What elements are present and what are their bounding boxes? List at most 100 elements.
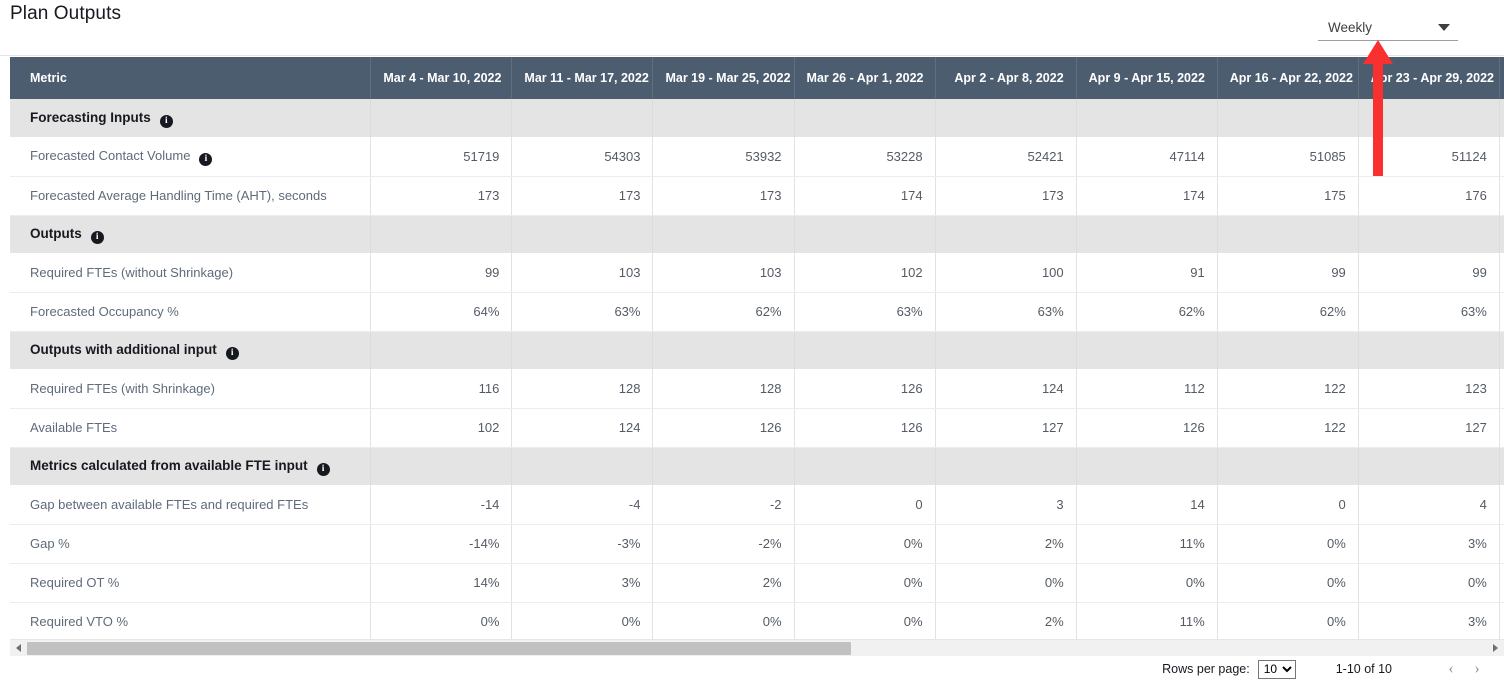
column-header-week[interactable]: Mar 19 - Mar 25, 2022 xyxy=(653,57,794,99)
arrow-left-icon[interactable] xyxy=(10,640,27,657)
metric-value-cell: 54303 xyxy=(512,137,653,176)
metric-value-cell: 4 xyxy=(1358,485,1499,524)
group-label-text: Outputs xyxy=(30,226,82,241)
scrollbar-track[interactable] xyxy=(851,640,1487,657)
metric-value-cell: 112 xyxy=(1076,369,1217,408)
metric-value-cell: 53932 xyxy=(653,137,794,176)
metric-label-text: Required FTEs (with Shrinkage) xyxy=(30,381,215,396)
metric-value-cell: 0 xyxy=(794,485,935,524)
metric-value-cell: 175 xyxy=(1217,176,1358,215)
metric-value-cell: 128 xyxy=(512,369,653,408)
group-label-cell: Outputs i xyxy=(10,215,371,253)
table-row: Forecasted Average Handling Time (AHT), … xyxy=(10,176,1504,215)
group-spacer-cell xyxy=(653,447,794,485)
arrow-right-icon[interactable] xyxy=(1487,640,1504,657)
metric-value-cell: 0% xyxy=(371,602,512,639)
metric-value-cell: -14 xyxy=(371,485,512,524)
column-header-week[interactable]: Mar 4 - Mar 10, 2022 xyxy=(371,57,512,99)
column-header-week[interactable]: Apr 30 - M xyxy=(1499,57,1504,99)
group-label-cell: Forecasting Inputsi xyxy=(10,99,371,137)
metric-value-cell: 124 xyxy=(512,408,653,447)
group-spacer-cell xyxy=(1076,331,1217,369)
group-spacer-cell xyxy=(1358,215,1499,253)
column-header-metric[interactable]: Metric xyxy=(10,57,371,99)
metric-value-cell: 99 xyxy=(1217,253,1358,292)
page-title: Plan Outputs xyxy=(10,3,121,25)
group-label-cell: Outputs with additional input i xyxy=(10,331,371,369)
metric-value-cell xyxy=(1499,602,1504,639)
info-icon[interactable]: i xyxy=(160,115,173,128)
group-spacer-cell xyxy=(935,447,1076,485)
metric-value-cell: 0% xyxy=(1217,602,1358,639)
group-spacer-cell xyxy=(371,99,512,137)
metric-value-cell: 0% xyxy=(1076,563,1217,602)
plan-outputs-page: Plan Outputs Weekly Metric Mar 4 - Mar 1… xyxy=(0,0,1504,682)
metric-value-cell: 99 xyxy=(1358,253,1499,292)
metric-value-cell: 173 xyxy=(371,176,512,215)
metric-label-cell: Required VTO % xyxy=(10,602,371,639)
metric-value-cell xyxy=(1499,137,1504,176)
column-header-week[interactable]: Mar 11 - Mar 17, 2022 xyxy=(512,57,653,99)
horizontal-scrollbar[interactable] xyxy=(10,639,1504,656)
metric-value-cell: 173 xyxy=(653,176,794,215)
granularity-select[interactable]: Weekly xyxy=(1318,14,1458,41)
metric-label-cell: Required FTEs (with Shrinkage) xyxy=(10,369,371,408)
group-spacer-cell xyxy=(1076,215,1217,253)
metric-value-cell: 102 xyxy=(371,408,512,447)
metric-value-cell: 173 xyxy=(512,176,653,215)
column-header-week[interactable]: Mar 26 - Apr 1, 2022 xyxy=(794,57,935,99)
metric-value-cell: -4 xyxy=(512,485,653,524)
metric-value-cell: 63% xyxy=(1358,292,1499,331)
column-header-week[interactable]: Apr 9 - Apr 15, 2022 xyxy=(1076,57,1217,99)
metric-value-cell: 102 xyxy=(794,253,935,292)
table-group-row: Outputs with additional input i xyxy=(10,331,1504,369)
group-spacer-cell xyxy=(512,215,653,253)
metric-value-cell: 116 xyxy=(371,369,512,408)
chevron-left-icon[interactable]: ‹ xyxy=(1438,658,1464,680)
metric-value-cell xyxy=(1499,485,1504,524)
column-header-week[interactable]: Apr 23 - Apr 29, 2022 xyxy=(1358,57,1499,99)
info-icon[interactable]: i xyxy=(199,153,212,166)
granularity-select-value: Weekly xyxy=(1328,20,1372,35)
group-label-text: Outputs with additional input xyxy=(30,342,217,357)
table-row: Required OT %14%3%2%0%0%0%0%0% xyxy=(10,563,1504,602)
metric-value-cell: 103 xyxy=(512,253,653,292)
group-spacer-cell xyxy=(1358,331,1499,369)
metric-value-cell: 2% xyxy=(935,602,1076,639)
metric-label-text: Gap between available FTEs and required … xyxy=(30,497,308,512)
metric-label-text: Required FTEs (without Shrinkage) xyxy=(30,265,233,280)
info-icon[interactable]: i xyxy=(91,231,104,244)
metric-value-cell: 14 xyxy=(1076,485,1217,524)
chevron-right-icon[interactable]: › xyxy=(1464,658,1490,680)
table-row: Forecasted Contact Volumei51719543035393… xyxy=(10,137,1504,176)
metric-value-cell: 176 xyxy=(1358,176,1499,215)
rows-per-page-select[interactable]: 10 xyxy=(1258,660,1296,679)
metric-value-cell: 173 xyxy=(935,176,1076,215)
column-header-week[interactable]: Apr 16 - Apr 22, 2022 xyxy=(1217,57,1358,99)
table-row: Gap %-14%-3%-2%0%2%11%0%3% xyxy=(10,524,1504,563)
metric-value-cell: 14% xyxy=(371,563,512,602)
plan-outputs-table-scroll[interactable]: Metric Mar 4 - Mar 10, 2022Mar 11 - Mar … xyxy=(10,57,1504,639)
group-spacer-cell xyxy=(512,331,653,369)
metric-label-text: Gap % xyxy=(30,536,70,551)
metric-value-cell: 123 xyxy=(1358,369,1499,408)
group-spacer-cell xyxy=(1499,215,1504,253)
info-icon[interactable]: i xyxy=(317,463,330,476)
metric-value-cell: 0 xyxy=(1217,485,1358,524)
column-header-week[interactable]: Apr 2 - Apr 8, 2022 xyxy=(935,57,1076,99)
metric-value-cell: 128 xyxy=(653,369,794,408)
scrollbar-thumb[interactable] xyxy=(27,642,851,655)
metric-value-cell: 174 xyxy=(794,176,935,215)
metric-value-cell xyxy=(1499,253,1504,292)
info-icon[interactable]: i xyxy=(226,347,239,360)
rows-per-page-label: Rows per page: xyxy=(1162,662,1250,676)
metric-label-cell: Forecasted Occupancy % xyxy=(10,292,371,331)
metric-value-cell: 0% xyxy=(794,524,935,563)
metric-value-cell: 0% xyxy=(1217,563,1358,602)
table-row: Required FTEs (with Shrinkage)1161281281… xyxy=(10,369,1504,408)
metric-value-cell: -2 xyxy=(653,485,794,524)
metric-value-cell: 2% xyxy=(935,524,1076,563)
metric-label-cell: Gap between available FTEs and required … xyxy=(10,485,371,524)
table-row: Available FTEs102124126126127126122127 xyxy=(10,408,1504,447)
metric-value-cell: -3% xyxy=(512,524,653,563)
